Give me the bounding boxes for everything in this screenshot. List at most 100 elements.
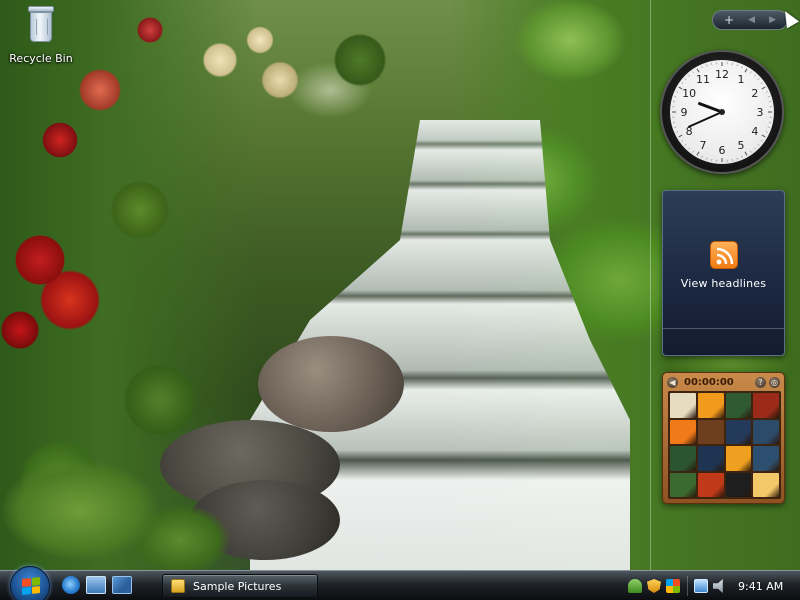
clock-number: 2 [751, 87, 758, 100]
quick-launch [62, 576, 132, 594]
taskbar-clock[interactable]: 9:41 AM [738, 580, 783, 593]
puzzle-timer: 00:00:00 [684, 376, 734, 388]
wallpaper-flowers [110, 0, 410, 150]
previous-page-icon[interactable]: ◀ [748, 15, 755, 25]
puzzle-tile[interactable] [753, 472, 779, 497]
clock-tick [681, 140, 684, 142]
clock-tick [744, 68, 748, 73]
folder-icon [171, 579, 185, 593]
clock-tick [761, 134, 766, 138]
clock-tick [736, 64, 738, 67]
clock-tick [688, 74, 691, 77]
taskbar-button-label: Sample Pictures [193, 579, 282, 593]
puzzle-tile[interactable] [670, 419, 696, 444]
clock-tick [701, 155, 703, 158]
puzzle-tile[interactable] [670, 446, 696, 471]
clock-number: 7 [700, 139, 707, 152]
windows-logo-icon [22, 577, 40, 595]
clock-tick [750, 71, 752, 74]
help-button[interactable]: ? [755, 376, 766, 388]
clock-tick [757, 78, 760, 81]
clock-number: 11 [696, 73, 710, 86]
wallpaper-ferns-bottom [0, 400, 240, 570]
clock-tick [706, 157, 708, 160]
clock-tick [676, 91, 679, 93]
puzzle-tile[interactable] [697, 393, 724, 418]
puzzle-tile[interactable] [670, 472, 696, 497]
puzzle-tile[interactable] [725, 393, 752, 418]
clock-gadget[interactable]: 12 1 2 3 4 5 6 7 8 9 10 11 [660, 50, 784, 174]
taskbar: Sample Pictures 9:41 AM [0, 566, 800, 600]
next-page-icon[interactable]: ▶ [769, 15, 776, 25]
puzzle-tile[interactable] [697, 446, 724, 471]
clock-tick [678, 134, 683, 138]
add-gadget-icon[interactable]: + [724, 14, 734, 26]
clock-tick [684, 143, 687, 146]
clock-dial: 12 1234567891011 [672, 62, 772, 162]
switch-windows-icon[interactable] [112, 576, 132, 594]
clock-tick [765, 131, 768, 133]
clock-number: 3 [757, 106, 764, 119]
puzzle-tile[interactable] [753, 419, 779, 444]
clock-tick [688, 147, 691, 150]
show-picture-button[interactable]: ◀ [667, 376, 678, 388]
clock-number: 5 [738, 139, 745, 152]
clock-number: 4 [751, 125, 758, 138]
puzzle-grid [668, 391, 781, 499]
clock-tick [692, 71, 694, 74]
clock-minute-hand [688, 111, 723, 128]
solve-button[interactable]: ◎ [769, 376, 780, 388]
security-center-icon[interactable] [647, 579, 661, 593]
clock-tick [696, 151, 700, 156]
clock-tick [736, 157, 738, 160]
notification-area: 9:41 AM [628, 574, 800, 598]
view-headlines-link[interactable]: View headlines [663, 277, 784, 290]
clock-hour-hand [698, 102, 724, 114]
clock-tick [696, 68, 700, 73]
windows-update-icon[interactable] [666, 579, 680, 593]
puzzle-tile[interactable] [753, 393, 779, 418]
clock-tick [757, 143, 760, 146]
windows-defender-icon[interactable] [628, 579, 642, 593]
start-button[interactable] [10, 566, 50, 600]
network-icon[interactable] [694, 579, 708, 593]
clock-tick [706, 64, 708, 67]
clock-tick [760, 140, 763, 142]
recycle-bin-icon [25, 4, 57, 44]
recycle-bin-shortcut[interactable]: Recycle Bin [6, 4, 76, 65]
clock-number: 12 [715, 68, 729, 81]
clock-tick [674, 126, 677, 128]
picture-puzzle-gadget: ◀ 00:00:00 ? ◎ [662, 372, 785, 504]
taskbar-button-sample-pictures[interactable]: Sample Pictures [162, 574, 318, 598]
clock-tick [750, 150, 752, 153]
clock-tick [753, 147, 756, 150]
clock-tick [692, 150, 694, 153]
clock-tick [767, 126, 770, 128]
puzzle-empty-slot[interactable] [697, 419, 724, 444]
puzzle-tile[interactable] [697, 472, 724, 497]
show-desktop-icon[interactable] [86, 576, 106, 594]
clock-tick [744, 151, 748, 156]
clock-tick [676, 131, 679, 133]
puzzle-toolbar: ◀ 00:00:00 ? ◎ [667, 375, 780, 389]
puzzle-tile[interactable] [753, 446, 779, 471]
volume-muted-icon[interactable] [713, 579, 723, 593]
clock-center-pin [719, 109, 725, 115]
clock-tick [767, 96, 770, 98]
clock-tick [761, 86, 766, 90]
clock-tick [760, 82, 763, 84]
clock-tick [741, 66, 743, 69]
puzzle-tile[interactable] [725, 446, 752, 471]
puzzle-tile[interactable] [670, 393, 696, 418]
puzzle-tile[interactable] [725, 419, 752, 444]
sidebar-divider [650, 0, 651, 570]
clock-tick [681, 82, 684, 84]
sidebar-controls: + ◀ ▶ [712, 10, 788, 30]
clock-number: 9 [681, 106, 688, 119]
internet-explorer-icon[interactable] [62, 576, 80, 594]
clock-tick [765, 91, 768, 93]
feed-headlines-gadget[interactable]: View headlines [662, 190, 785, 356]
rss-feed-icon [710, 241, 738, 269]
puzzle-tile[interactable] [725, 472, 752, 497]
recycle-bin-label: Recycle Bin [9, 52, 73, 65]
